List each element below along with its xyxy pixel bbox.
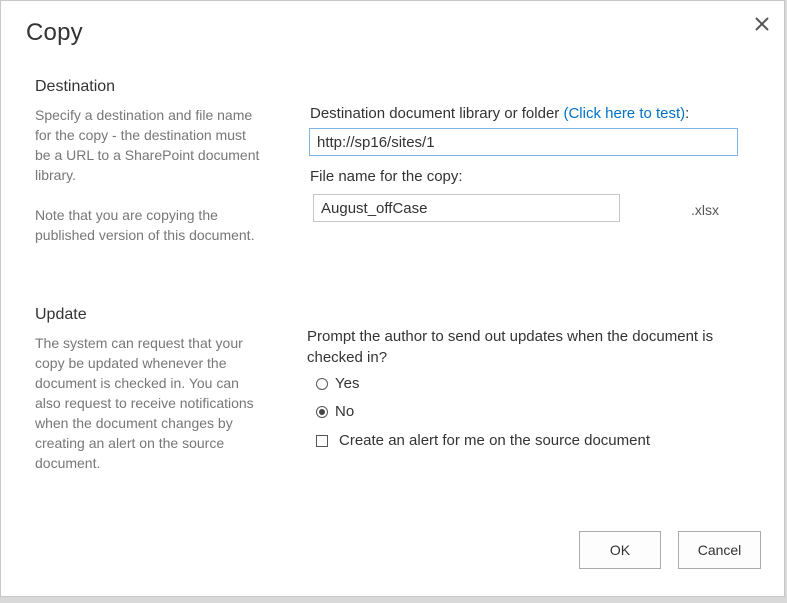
destination-description-text: Specify a destination and file name for … — [35, 107, 260, 183]
radio-no-label: No — [335, 403, 355, 420]
filename-label: File name for the copy: — [310, 168, 463, 185]
cancel-button[interactable]: Cancel — [678, 531, 761, 569]
destination-heading: Destination — [35, 78, 116, 95]
file-extension: .xlsx — [691, 202, 719, 218]
alert-checkbox[interactable] — [316, 434, 328, 447]
destination-description: Specify a destination and file name for … — [35, 105, 265, 245]
filename-input[interactable] — [313, 194, 620, 222]
destination-library-label-suffix: : — [685, 105, 690, 122]
ok-button[interactable]: OK — [579, 531, 661, 569]
radio-yes-label: Yes — [335, 375, 360, 392]
destination-note: Note that you are copying the published … — [35, 207, 255, 243]
radio-no[interactable]: No — [316, 403, 354, 420]
alert-checkbox-label: Create an alert for me on the source doc… — [339, 432, 651, 449]
close-button[interactable] — [749, 11, 775, 37]
radio-yes-circle[interactable] — [316, 377, 328, 390]
update-description: The system can request that your copy be… — [35, 335, 254, 471]
copy-dialog: Copy Destination Specify a destination a… — [0, 0, 785, 597]
alert-checkbox-row[interactable]: Create an alert for me on the source doc… — [316, 432, 650, 449]
update-heading: Update — [35, 306, 87, 323]
update-question: Prompt the author to send out updates wh… — [307, 328, 714, 366]
destination-library-label: Destination document library or folder (… — [310, 105, 689, 122]
radio-no-circle[interactable] — [316, 405, 328, 418]
destination-url-input[interactable] — [309, 128, 738, 156]
test-link[interactable]: (Click here to test) — [563, 105, 685, 122]
close-icon — [755, 17, 769, 31]
radio-selected-dot — [319, 408, 325, 415]
radio-yes[interactable]: Yes — [316, 375, 359, 392]
destination-library-label-text: Destination document library or folder — [310, 105, 564, 122]
dialog-title: Copy — [26, 19, 83, 46]
